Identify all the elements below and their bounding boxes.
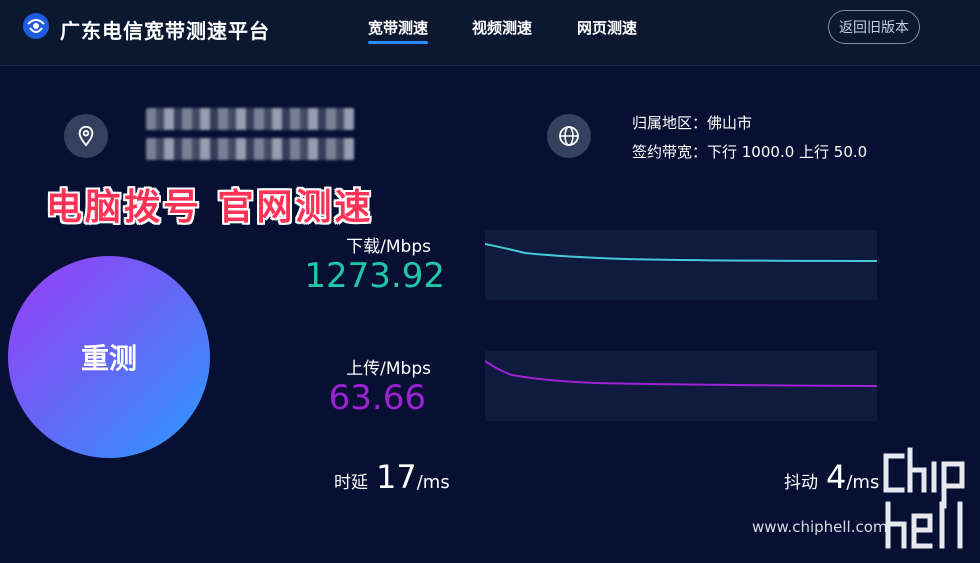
bandwidth-info: 签约带宽：下行 1000.0 上行 50.0 <box>632 143 868 161</box>
return-old-version-button[interactable]: 返回旧版本 <box>828 10 920 44</box>
china-telecom-logo-icon <box>23 13 49 39</box>
upload-value: 63.66 <box>328 378 426 418</box>
top-header: 广东电信宽带测速平台 宽带测速 视频测速 网页测速 返回旧版本 <box>0 0 980 66</box>
jitter-unit: /ms <box>846 472 880 493</box>
latency-label: 时延 <box>334 473 368 493</box>
latency-unit: /ms <box>416 472 450 493</box>
jitter-readout: 抖动 4 /ms <box>784 458 879 496</box>
blurred-isp-info <box>146 138 354 160</box>
upload-line <box>485 360 877 387</box>
latency-value: 17 <box>376 458 417 496</box>
tab-broadband-speedtest[interactable]: 宽带测速 <box>368 17 429 44</box>
download-label: 下载/Mbps <box>346 237 431 257</box>
location-pin-icon <box>64 114 108 158</box>
upload-chart <box>485 351 877 421</box>
retest-button[interactable]: 重测 <box>8 256 210 458</box>
globe-icon <box>547 114 591 158</box>
tab-web-speedtest[interactable]: 网页测速 <box>577 17 637 38</box>
watermark-url: www.chiphell.com <box>752 518 888 536</box>
upload-label: 上传/Mbps <box>346 359 431 379</box>
download-line <box>485 243 877 262</box>
latency-readout: 时延 17 /ms <box>334 458 450 496</box>
download-value: 1273.92 <box>304 256 445 296</box>
jitter-value: 4 <box>826 458 847 496</box>
tab-video-speedtest[interactable]: 视频测速 <box>472 17 532 38</box>
brand-title: 广东电信宽带测速平台 <box>60 19 270 43</box>
overlay-caption: 电脑拨号 官网测速 <box>46 187 374 228</box>
download-chart <box>485 230 877 300</box>
chiphell-logo-icon <box>883 447 965 549</box>
region-info: 归属地区：佛山市 <box>632 114 753 132</box>
jitter-label: 抖动 <box>784 473 818 493</box>
blurred-ip-info <box>146 108 354 130</box>
